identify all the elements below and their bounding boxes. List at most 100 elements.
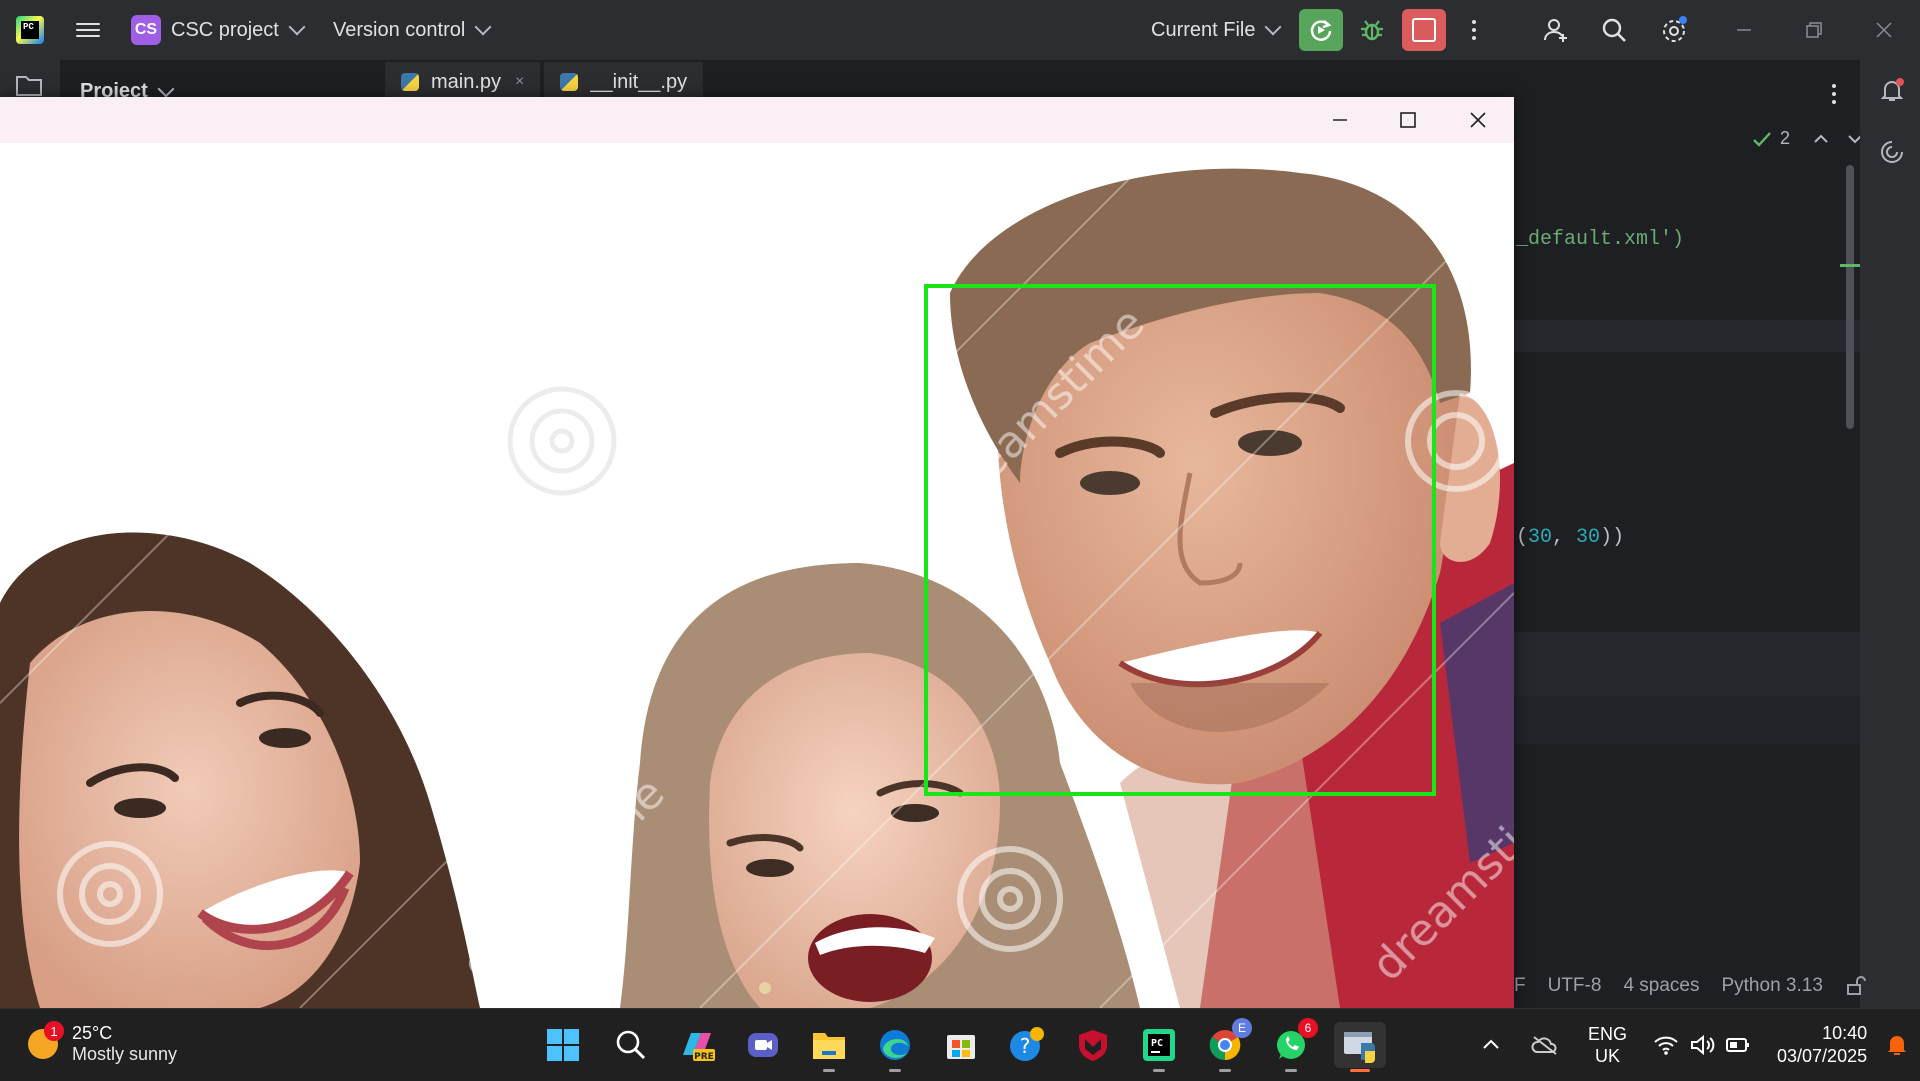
- project-selector[interactable]: CS CSC project: [131, 13, 306, 47]
- taskbar-edge[interactable]: [872, 1022, 918, 1072]
- start-button[interactable]: [540, 1022, 586, 1068]
- viewer-minimize-button[interactable]: [1322, 102, 1358, 138]
- more-actions-icon[interactable]: [1466, 14, 1482, 46]
- language-indicator[interactable]: ENG UK: [1588, 1023, 1627, 1067]
- ai-assistant-icon: [1881, 141, 1903, 163]
- taskbar-whatsapp[interactable]: 6: [1268, 1018, 1318, 1072]
- restore-icon: [1806, 22, 1822, 38]
- line-separator[interactable]: F: [1514, 975, 1526, 997]
- scroll-marker: [1840, 264, 1860, 267]
- close-icon: [1470, 112, 1486, 128]
- store-icon: [947, 1035, 975, 1059]
- pycharm-icon: PC: [1143, 1029, 1175, 1061]
- pycharm-logo-icon[interactable]: PC: [16, 16, 44, 44]
- image-viewer-window: dreamstime dreamstime dreamstime dreamst…: [0, 97, 1514, 1008]
- close-tab-icon[interactable]: ×: [515, 73, 524, 91]
- system-tray: ENG UK 10:40 03/07/2025: [1480, 1009, 1909, 1081]
- indent-setting[interactable]: 4 spaces: [1623, 975, 1699, 997]
- weather-widget[interactable]: 1 25°C Mostly sunny: [28, 1021, 178, 1065]
- weather-temp: 25°C: [72, 1023, 113, 1043]
- taskbar-help[interactable]: ?: [1004, 1022, 1050, 1068]
- tab-label: __init__.py: [590, 70, 688, 93]
- encoding[interactable]: UTF-8: [1548, 975, 1602, 997]
- detection-image: dreamstime dreamstime dreamstime dreamst…: [0, 143, 1514, 1008]
- bell-icon: [1880, 78, 1904, 101]
- vcs-label: Version control: [333, 18, 466, 41]
- python-file-icon: [401, 73, 419, 91]
- folder-icon[interactable]: [14, 70, 44, 100]
- search-button[interactable]: [1596, 12, 1632, 48]
- search-icon: [1602, 18, 1626, 42]
- tab-init-py[interactable]: __init__.py: [544, 62, 704, 102]
- wifi-icon[interactable]: [1653, 1034, 1679, 1056]
- unread-badge: 6: [1298, 1018, 1318, 1038]
- interpreter[interactable]: Python 3.13: [1721, 975, 1822, 997]
- viewer-close-button[interactable]: [1460, 102, 1496, 138]
- pycharm-label: PC: [1151, 1038, 1163, 1049]
- stop-icon: [1412, 18, 1436, 42]
- taskbar-meet[interactable]: [740, 1022, 786, 1068]
- restore-window-button[interactable]: [1796, 12, 1832, 48]
- debug-button[interactable]: [1354, 12, 1390, 48]
- code-token: ,: [1552, 526, 1577, 549]
- editor-scrollbar[interactable]: [1846, 165, 1854, 429]
- inspection-widget[interactable]: 2: [1752, 128, 1864, 149]
- taskbar-store[interactable]: [938, 1022, 984, 1068]
- close-icon: [1876, 22, 1892, 38]
- rerun-button[interactable]: [1299, 9, 1343, 51]
- code-token: (: [1516, 526, 1529, 549]
- taskbar-mcafee[interactable]: [1070, 1022, 1116, 1068]
- taskbar-chrome[interactable]: E: [1202, 1018, 1252, 1072]
- video-call-icon: [748, 1033, 778, 1057]
- ide-titlebar: PC CS CSC project Version control Curren…: [0, 0, 1920, 60]
- taskbar-copilot-preview[interactable]: PRE: [674, 1022, 720, 1068]
- code-token: )): [1600, 526, 1625, 549]
- edge-browser-icon: [880, 1030, 910, 1060]
- volume-icon[interactable]: [1689, 1034, 1715, 1056]
- notification-bell-icon[interactable]: [1885, 1032, 1909, 1058]
- tabs-more-icon[interactable]: [1826, 78, 1842, 110]
- clock[interactable]: 10:40 03/07/2025: [1777, 1022, 1867, 1068]
- chevron-down-icon: [157, 80, 175, 97]
- battery-icon[interactable]: [1725, 1034, 1751, 1056]
- viewer-titlebar[interactable]: [0, 97, 1514, 143]
- help-icon: ?: [1010, 1027, 1044, 1061]
- show-hidden-icons-chevron-up-icon[interactable]: [1480, 1034, 1502, 1056]
- code-number: 30: [1528, 526, 1553, 549]
- keyboard-layout: UK: [1595, 1046, 1621, 1066]
- chevron-down-icon: [1264, 18, 1282, 36]
- close-window-button[interactable]: [1866, 12, 1902, 48]
- maximize-icon: [1400, 112, 1416, 128]
- weather-sun-icon: 1: [28, 1021, 64, 1059]
- running-indicator: [889, 1069, 901, 1072]
- run-config-label: Current File: [1151, 18, 1256, 41]
- inspection-count: 2: [1780, 128, 1791, 148]
- windows-logo-icon: [547, 1029, 579, 1061]
- settings-button[interactable]: [1656, 12, 1692, 48]
- python-window-icon: [1344, 1032, 1375, 1063]
- viewer-maximize-button[interactable]: [1390, 102, 1426, 138]
- taskbar-pycharm[interactable]: PC: [1136, 1022, 1182, 1072]
- version-control-menu[interactable]: Version control: [333, 13, 492, 47]
- folder-icon: [813, 1033, 845, 1059]
- stop-button[interactable]: [1402, 9, 1446, 51]
- current-line-highlight: [1514, 320, 1860, 352]
- python-file-icon: [560, 73, 579, 91]
- tab-main-py[interactable]: main.py ×: [385, 62, 541, 102]
- taskbar-search[interactable]: [608, 1022, 654, 1068]
- editor-tabs: main.py × __init__.py: [385, 62, 707, 102]
- notifications-button[interactable]: [1874, 72, 1910, 108]
- taskbar-python-viewer[interactable]: [1334, 1022, 1386, 1072]
- add-user-button[interactable]: [1538, 12, 1574, 48]
- chevron-up-icon[interactable]: [1812, 132, 1830, 146]
- taskbar-file-explorer[interactable]: [806, 1022, 852, 1072]
- clock-time: 10:40: [1822, 1023, 1868, 1043]
- weather-condition: Mostly sunny: [72, 1044, 178, 1064]
- onedrive-cloud-icon[interactable]: [1530, 1034, 1560, 1056]
- ai-assistant-button[interactable]: [1874, 134, 1910, 170]
- minimize-window-button[interactable]: [1726, 12, 1762, 48]
- unlock-icon[interactable]: [1845, 975, 1867, 997]
- running-indicator: [1285, 1069, 1297, 1072]
- run-configuration-selector[interactable]: Current File: [1151, 13, 1282, 47]
- main-menu-icon[interactable]: [76, 19, 100, 41]
